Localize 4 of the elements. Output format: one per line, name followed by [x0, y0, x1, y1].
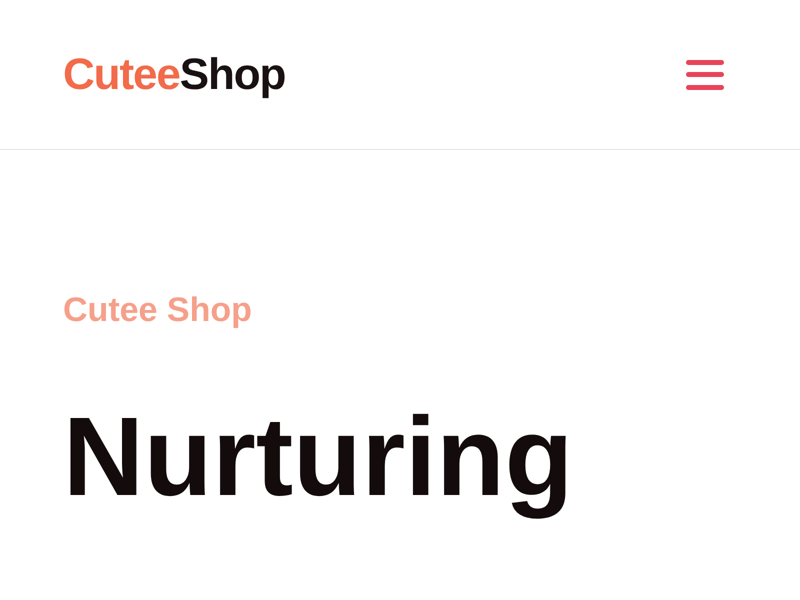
menu-icon[interactable]	[686, 58, 724, 90]
eyebrow-text: Cutee Shop	[63, 293, 253, 327]
logo[interactable]: CuteeShop	[63, 52, 286, 96]
hero-heading: Nurturing	[63, 393, 574, 521]
